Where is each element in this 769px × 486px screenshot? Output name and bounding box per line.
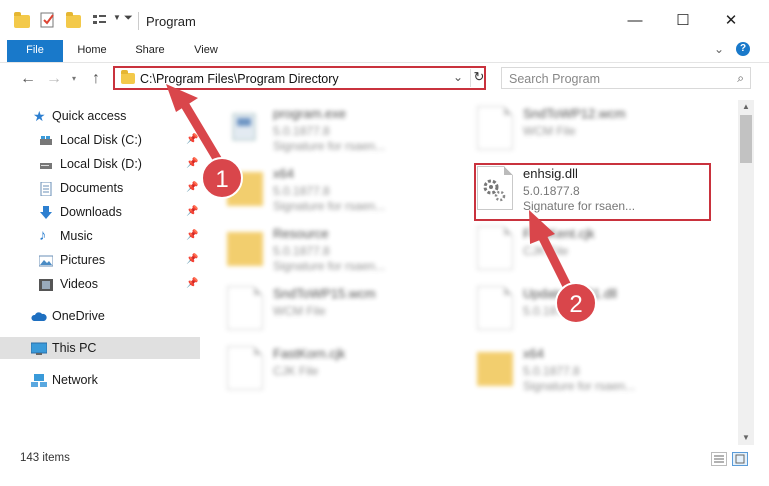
badge-step-2: 2 (555, 282, 597, 324)
badge-number: 1 (215, 166, 228, 193)
badge-step-1: 1 (201, 157, 243, 199)
annotation-layer: 1 2 (166, 84, 597, 324)
arrow-step-2 (529, 210, 577, 301)
badge-number: 2 (569, 291, 582, 318)
